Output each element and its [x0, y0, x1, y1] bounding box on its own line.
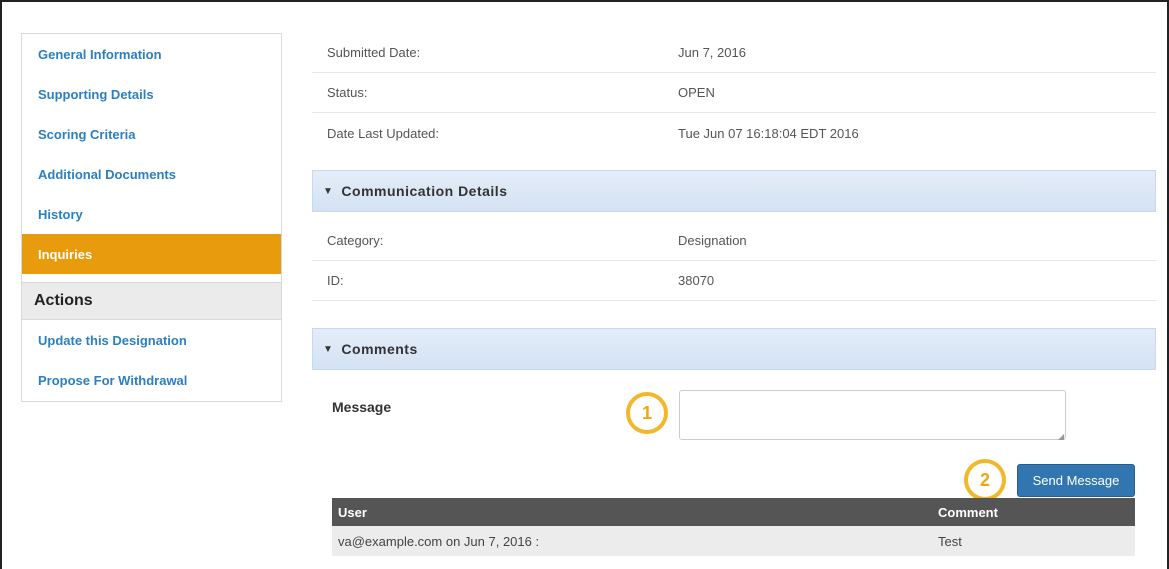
step-marker-2: 2 — [964, 459, 1006, 501]
summary-row-status: Status: OPEN — [312, 73, 1156, 113]
message-label: Message — [332, 399, 392, 415]
summary-label: Date Last Updated: — [327, 125, 440, 141]
actions-heading: Actions — [22, 282, 281, 320]
communication-row-category: Category: Designation — [312, 221, 1156, 261]
sidebar-item-additional-documents[interactable]: Additional Documents — [22, 154, 281, 194]
message-input[interactable] — [679, 390, 1066, 440]
communication-row-id: ID: 38070 — [312, 261, 1156, 301]
action-update-designation[interactable]: Update this Designation — [22, 320, 281, 360]
table-header-row: User Comment — [332, 498, 1135, 526]
sidebar: General Information Supporting Details S… — [21, 33, 282, 402]
communication-label: ID: — [327, 273, 344, 288]
sidebar-item-inquiries[interactable]: Inquiries — [22, 234, 281, 274]
table-row: va@example.com on Jun 7, 2016 : Test — [332, 526, 1135, 556]
comment-user-cell: va@example.com on Jun 7, 2016 : — [332, 526, 932, 556]
summary-row-date-last-updated: Date Last Updated: Tue Jun 07 16:18:04 E… — [312, 113, 1156, 153]
communication-value: 38070 — [678, 273, 715, 288]
column-header-comment: Comment — [932, 498, 1135, 526]
status-value: OPEN — [678, 85, 715, 100]
summary-row-submitted-date: Submitted Date: Jun 7, 2016 — [312, 33, 1156, 73]
sidebar-item-general-information[interactable]: General Information — [22, 34, 281, 74]
step-marker-1: 1 — [626, 392, 668, 434]
communication-details-header[interactable]: ▼ Communication Details — [312, 170, 1156, 212]
sidebar-item-history[interactable]: History — [22, 194, 281, 234]
summary-value: Tue Jun 07 16:18:04 EDT 2016 — [678, 125, 859, 141]
comments-header[interactable]: ▼ Comments — [312, 328, 1156, 370]
comments-table: User Comment va@example.com on Jun 7, 20… — [332, 498, 1135, 556]
action-propose-withdrawal[interactable]: Propose For Withdrawal — [22, 360, 281, 400]
resize-grip-icon[interactable]: ◢ — [1058, 432, 1064, 441]
communication-value: Designation — [678, 233, 747, 248]
summary-label: Submitted Date: — [327, 45, 421, 60]
column-header-user: User — [332, 498, 932, 526]
communication-label: Category: — [327, 233, 384, 248]
send-message-button[interactable]: Send Message — [1017, 464, 1135, 497]
section-title: Communication Details — [341, 183, 508, 199]
caret-down-icon: ▼ — [323, 185, 334, 197]
summary-value: Jun 7, 2016 — [678, 45, 746, 60]
summary-label: Status: — [327, 85, 368, 100]
caret-down-icon: ▼ — [323, 343, 334, 355]
sidebar-item-scoring-criteria[interactable]: Scoring Criteria — [22, 114, 281, 154]
sidebar-item-supporting-details[interactable]: Supporting Details — [22, 74, 281, 114]
section-title: Comments — [341, 341, 418, 357]
comment-text-cell: Test — [932, 526, 1135, 556]
